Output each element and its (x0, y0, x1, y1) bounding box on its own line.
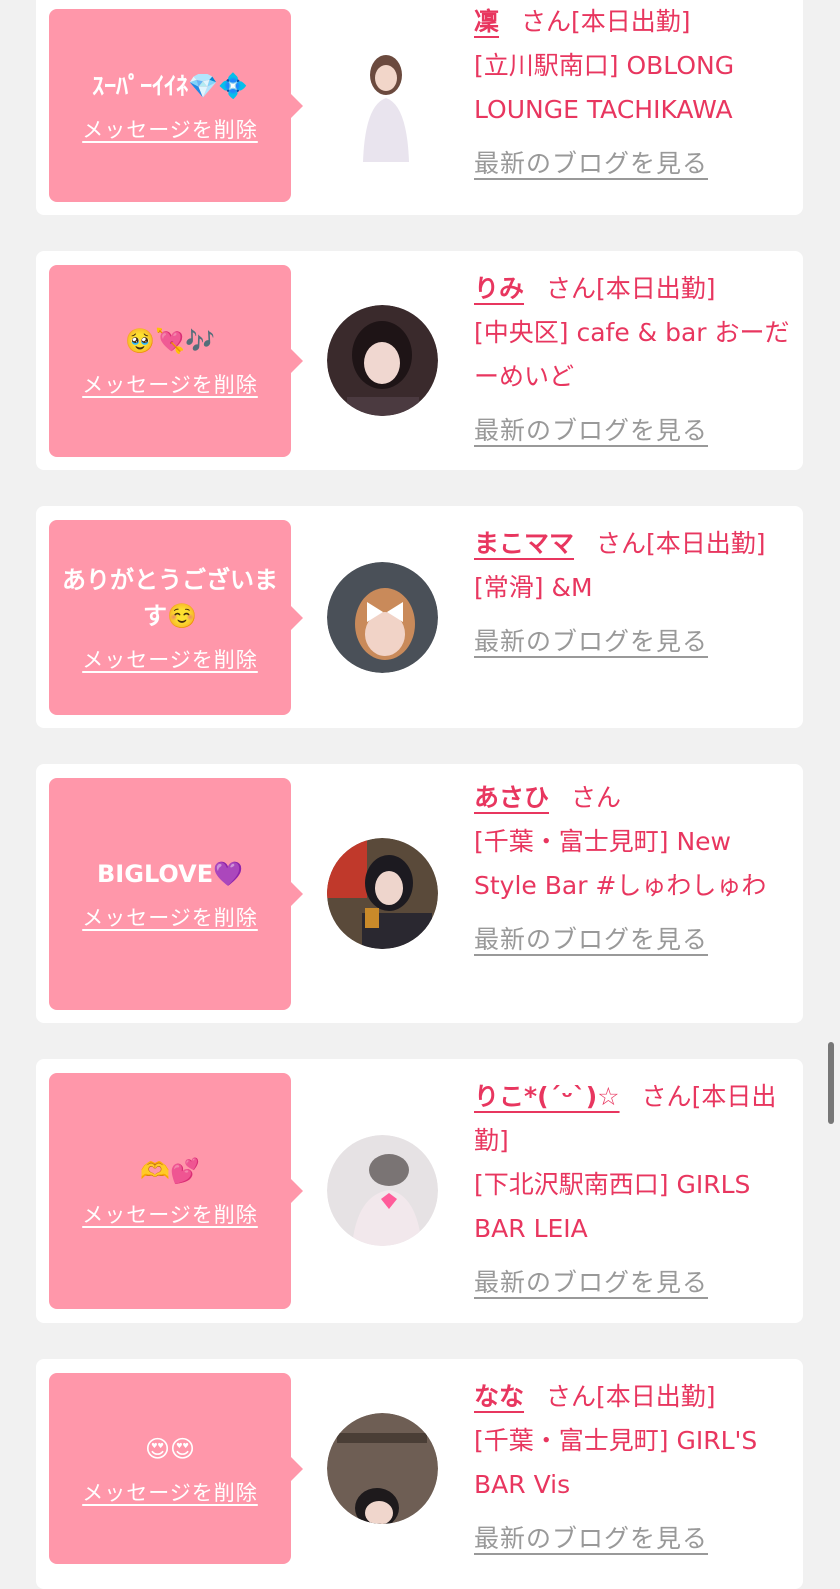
shop-info: [千葉・富士見町] New Style Bar #しゅわしゅわ (474, 827, 767, 900)
delete-message-link[interactable]: メッセージを削除 (82, 902, 258, 932)
avatar[interactable] (327, 562, 438, 673)
avatar[interactable] (327, 1135, 438, 1246)
message-bubble: ｽｰﾊﾟｰｲｲﾈ💎💠 メッセージを削除 (49, 9, 303, 202)
avatar[interactable] (327, 1413, 438, 1524)
scrollbar[interactable] (828, 1042, 834, 1124)
message-text: 🫶💕 (140, 1157, 200, 1185)
message-bubble: BIGLOVE💜 メッセージを削除 (49, 778, 303, 1010)
delete-message-link[interactable]: メッセージを削除 (82, 369, 258, 399)
message-bubble: 🫶💕 メッセージを削除 (49, 1073, 303, 1309)
avatar[interactable] (327, 838, 438, 949)
work-status: [本日出勤] (596, 274, 716, 303)
shop-info: [千葉・富士見町] GIRL'S BAR Vis (474, 1426, 758, 1499)
latest-blog-link[interactable]: 最新のブログを見る (474, 1261, 708, 1305)
message-card: ｽｰﾊﾟｰｲｲﾈ💎💠 メッセージを削除 凜さん[本日出勤] [立川駅南口] OB… (36, 0, 803, 215)
girl-info: まこママ さん[本日出勤] [常滑] &M 最新のブログを見る (474, 522, 794, 664)
girl-name-link[interactable]: あさひ (474, 783, 549, 812)
message-bubble: 🥹💘🎶 メッセージを削除 (49, 265, 303, 457)
work-status: [本日出勤] (596, 1382, 716, 1411)
girl-info: りこ*(ˊᵕˋ)☆ さん[本日出勤] [下北沢駅南西口] GIRLS BAR LE… (474, 1075, 804, 1305)
latest-blog-link[interactable]: 最新のブログを見る (474, 1517, 708, 1561)
girl-name-link[interactable]: なな (474, 1382, 524, 1411)
latest-blog-link[interactable]: 最新のブログを見る (474, 142, 708, 186)
message-text: ｽｰﾊﾟｰｲｲﾈ💎💠 (92, 71, 248, 100)
latest-blog-link[interactable]: 最新のブログを見る (474, 409, 708, 453)
girl-name-link[interactable]: 凜 (474, 7, 499, 36)
message-text: BIGLOVE💜 (97, 860, 243, 888)
shop-info: [中央区] cafe & bar おーだーめいど (474, 318, 790, 391)
work-status: [本日出勤] (571, 7, 691, 36)
delete-message-link[interactable]: メッセージを削除 (82, 1477, 258, 1507)
shop-info: [常滑] &M (474, 573, 593, 602)
girl-name-link[interactable]: りこ*(ˊᵕˋ)☆ (474, 1082, 620, 1111)
work-status: [本日出勤] (646, 529, 766, 558)
girl-info: りみ さん[本日出勤] [中央区] cafe & bar おーだーめいど 最新のブ… (474, 267, 794, 453)
delete-message-link[interactable]: メッセージを削除 (82, 1199, 258, 1229)
avatar[interactable] (327, 305, 438, 416)
message-bubble: 😍😍 メッセージを削除 (49, 1373, 303, 1564)
honorific: さん (546, 274, 597, 303)
latest-blog-link[interactable]: 最新のブログを見る (474, 620, 708, 664)
message-card: ありがとうございます☺️ メッセージを削除 まこママ さん[本日出勤] [常滑] … (36, 506, 803, 728)
message-card: 🫶💕 メッセージを削除 りこ*(ˊᵕˋ)☆ さん[本日出勤] [下北沢駅南西口] … (36, 1059, 803, 1323)
girl-info: あさひ さん [千葉・富士見町] New Style Bar #しゅわしゅわ 最新… (474, 776, 794, 962)
message-bubble: ありがとうございます☺️ メッセージを削除 (49, 520, 303, 715)
delete-message-link[interactable]: メッセージを削除 (82, 644, 258, 674)
honorific: さん (521, 7, 572, 36)
honorific: さん (596, 529, 647, 558)
message-text: ありがとうございます☺️ (62, 565, 278, 630)
message-card: 😍😍 メッセージを削除 なな さん[本日出勤] [千葉・富士見町] GIRL'S … (36, 1359, 803, 1589)
girl-info: 凜さん[本日出勤] [立川駅南口] OBLONG LOUNGE TACHIKAW… (474, 0, 794, 186)
message-text: 🥹💘🎶 (125, 327, 215, 355)
girl-name-link[interactable]: まこママ (474, 529, 574, 558)
message-card: 🥹💘🎶 メッセージを削除 りみ さん[本日出勤] [中央区] cafe & bar… (36, 251, 803, 470)
latest-blog-link[interactable]: 最新のブログを見る (474, 918, 708, 962)
honorific: さん (641, 1082, 692, 1111)
avatar[interactable] (351, 50, 421, 162)
shop-info: [下北沢駅南西口] GIRLS BAR LEIA (474, 1170, 751, 1243)
honorific: さん (546, 1382, 597, 1411)
honorific: さん (571, 783, 622, 812)
message-text: 😍😍 (144, 1434, 196, 1463)
shop-info: [立川駅南口] OBLONG LOUNGE TACHIKAWA (474, 51, 735, 124)
message-card: BIGLOVE💜 メッセージを削除 あさひ さん [千葉・富士見町] New St… (36, 764, 803, 1023)
girl-info: なな さん[本日出勤] [千葉・富士見町] GIRL'S BAR Vis 最新のブ… (474, 1375, 794, 1561)
girl-name-link[interactable]: りみ (474, 274, 524, 303)
delete-message-link[interactable]: メッセージを削除 (82, 114, 258, 144)
